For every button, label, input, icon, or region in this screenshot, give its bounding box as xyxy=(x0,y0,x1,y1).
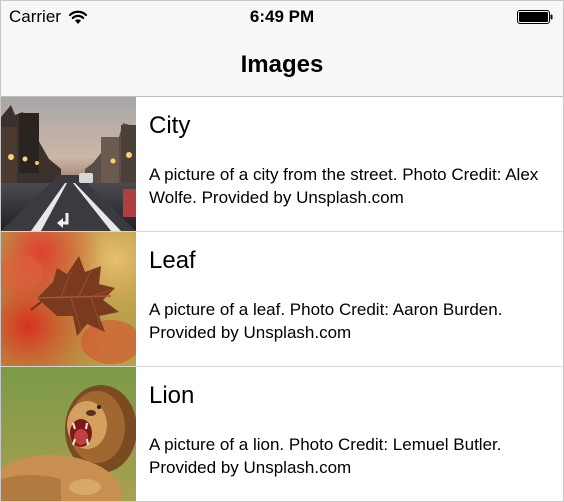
row-description: A picture of a city from the street. Pho… xyxy=(149,165,539,207)
app-screen: Carrier 6:49 PM Images City A picture of… xyxy=(0,0,564,502)
row-title: City xyxy=(149,112,191,139)
row-description: A picture of a leaf. Photo Credit: Aaron… xyxy=(149,300,503,342)
row-title: Leaf xyxy=(149,247,196,274)
page-title: Images xyxy=(240,51,324,78)
list-item-leaf[interactable]: Leaf A picture of a leaf. Photo Credit: … xyxy=(1,232,563,367)
city-street-photo xyxy=(1,97,136,231)
images-table: City A picture of a city from the street… xyxy=(1,97,563,501)
list-item-lion[interactable]: Lion A picture of a lion. Photo Credit: … xyxy=(1,367,563,501)
autumn-leaf-photo xyxy=(1,232,136,366)
row-title: Lion xyxy=(149,382,195,409)
battery-icon xyxy=(517,10,553,24)
status-time: 6:49 PM xyxy=(249,7,315,26)
list-item-city[interactable]: City A picture of a city from the street… xyxy=(1,97,563,232)
status-bar: Carrier 6:49 PM xyxy=(1,1,563,35)
navigation-bar: Images xyxy=(1,35,563,97)
row-description: A picture of a lion. Photo Credit: Lemue… xyxy=(149,435,502,477)
roaring-lion-photo xyxy=(1,367,136,501)
